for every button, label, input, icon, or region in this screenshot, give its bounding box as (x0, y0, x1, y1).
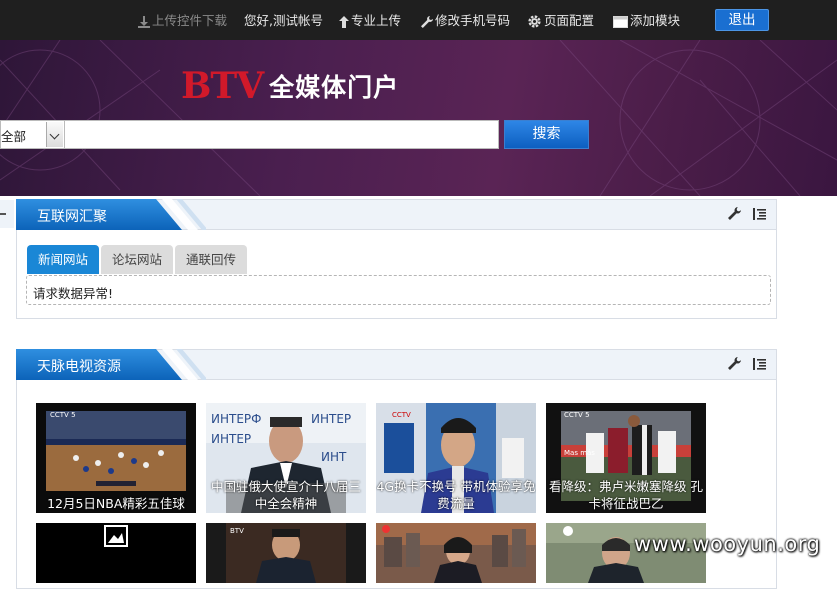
svg-text:ИНТЕР: ИНТЕР (211, 432, 251, 446)
video-thumbnail[interactable]: CCTV 4G换卡不换号 带机体验享免费流量 (376, 403, 536, 513)
pro-upload-label: 专业上传 (351, 13, 402, 28)
svg-text:CCTV 5: CCTV 5 (564, 411, 590, 419)
svg-text:CCTV: CCTV (392, 411, 411, 419)
banner-pattern (0, 40, 837, 196)
greeting-text: 您好,测试帐号 (244, 13, 323, 28)
svg-text:ИНТЕР: ИНТЕР (311, 412, 351, 426)
svg-text:BTV: BTV (230, 527, 244, 535)
video-frame (376, 523, 536, 583)
panel-header: 天脉电视资源 (16, 349, 776, 380)
upload-plugin-link[interactable]: 上传控件下载 (138, 12, 227, 30)
wrench-icon (421, 15, 433, 28)
video-thumbnail[interactable] (376, 523, 536, 583)
wrench-icon[interactable] (727, 207, 741, 224)
list-indent-icon[interactable] (753, 207, 766, 224)
video-caption: 12月5日NBA精彩五佳球 (47, 496, 185, 511)
wrench-icon[interactable] (727, 357, 741, 374)
search-button[interactable]: 搜索 (504, 120, 589, 149)
video-caption: 4G换卡不换号 带机体验享免费流量 (376, 479, 536, 511)
video-thumbnail[interactable]: BTV (206, 523, 366, 583)
arrow-up-icon (339, 15, 349, 28)
panel-title: 天脉电视资源 (37, 359, 121, 375)
video-frame: BTV (206, 523, 366, 583)
download-icon (138, 15, 150, 28)
watermark: www.wooyun.org (634, 532, 821, 556)
panel-title: 互联网汇聚 (37, 209, 107, 225)
video-caption: 中国驻俄大使宣介十八届三中全会精神 (210, 479, 361, 511)
panel-tools (720, 207, 766, 224)
svg-text:ИНТ: ИНТ (321, 450, 347, 464)
add-module-link[interactable]: 添加模块 (613, 12, 680, 30)
upload-plugin-label: 上传控件下载 (152, 13, 228, 28)
video-thumbnail[interactable]: Mas más CCTV 5 看降级：弗卢米嫩塞降级 孔卡将征战巴乙 (546, 403, 706, 513)
header-banner: BTV 全媒体门户 全部 搜索 (0, 40, 837, 196)
page-config-link[interactable]: 页面配置 (527, 12, 594, 30)
page-config-label: 页面配置 (544, 13, 595, 28)
window-icon (613, 15, 628, 28)
change-phone-label: 修改手机号码 (435, 13, 511, 28)
top-navbar: 上传控件下载 您好,测试帐号 专业上传 修改手机号码 页面配置 添加模块 退出 (0, 0, 837, 40)
search-scope-select[interactable]: 全部 (0, 120, 65, 149)
tab-forum-sites[interactable]: 论坛网站 (101, 245, 173, 274)
panel-tools (720, 357, 766, 374)
gear-icon (528, 15, 541, 28)
list-indent-icon[interactable] (753, 357, 766, 374)
svg-text:CCTV 5: CCTV 5 (50, 411, 76, 419)
logout-button[interactable]: 退出 (715, 9, 769, 31)
video-thumbnail[interactable] (36, 523, 196, 583)
video-thumbnail[interactable]: CCTV 5 12月5日NBA精彩五佳球 (36, 403, 196, 513)
svg-text:Mas más: Mas más (564, 449, 595, 457)
logo-title: 全媒体门户 (269, 73, 400, 102)
search-input[interactable] (64, 120, 499, 149)
btv-logo: BTV 全媒体门户 (181, 68, 399, 104)
chevron-down-icon[interactable] (46, 122, 63, 147)
tab-news-sites[interactable]: 新闻网站 (27, 245, 99, 274)
sidebar-toggle-icon[interactable] (0, 200, 14, 228)
logo-btv-mark: BTV (181, 65, 264, 107)
change-phone-link[interactable]: 修改手机号码 (421, 12, 510, 30)
video-caption: 看降级：弗卢米嫩塞降级 孔卡将征战巴乙 (549, 479, 703, 511)
panel-header: 互联网汇聚 (16, 199, 776, 230)
add-module-label: 添加模块 (630, 13, 681, 28)
tab-liaison-return[interactable]: 通联回传 (175, 245, 247, 274)
video-frame (36, 523, 196, 583)
svg-text:ИНТЕРФ: ИНТЕРФ (211, 412, 261, 426)
internet-aggregation-panel: 互联网汇聚 新闻网站 论坛网站 通联回传 请求数据异常! (16, 199, 777, 319)
search-scope-value: 全部 (1, 129, 27, 144)
video-thumbnail[interactable]: ИНТЕРФ ИНТЕР ИНТЕР ИНТ 中国驻俄大使宣介十八届三中全会精神 (206, 403, 366, 513)
error-message: 请求数据异常! (33, 286, 114, 301)
error-message-box: 请求数据异常! (26, 275, 771, 305)
pro-upload-link[interactable]: 专业上传 (339, 12, 401, 30)
